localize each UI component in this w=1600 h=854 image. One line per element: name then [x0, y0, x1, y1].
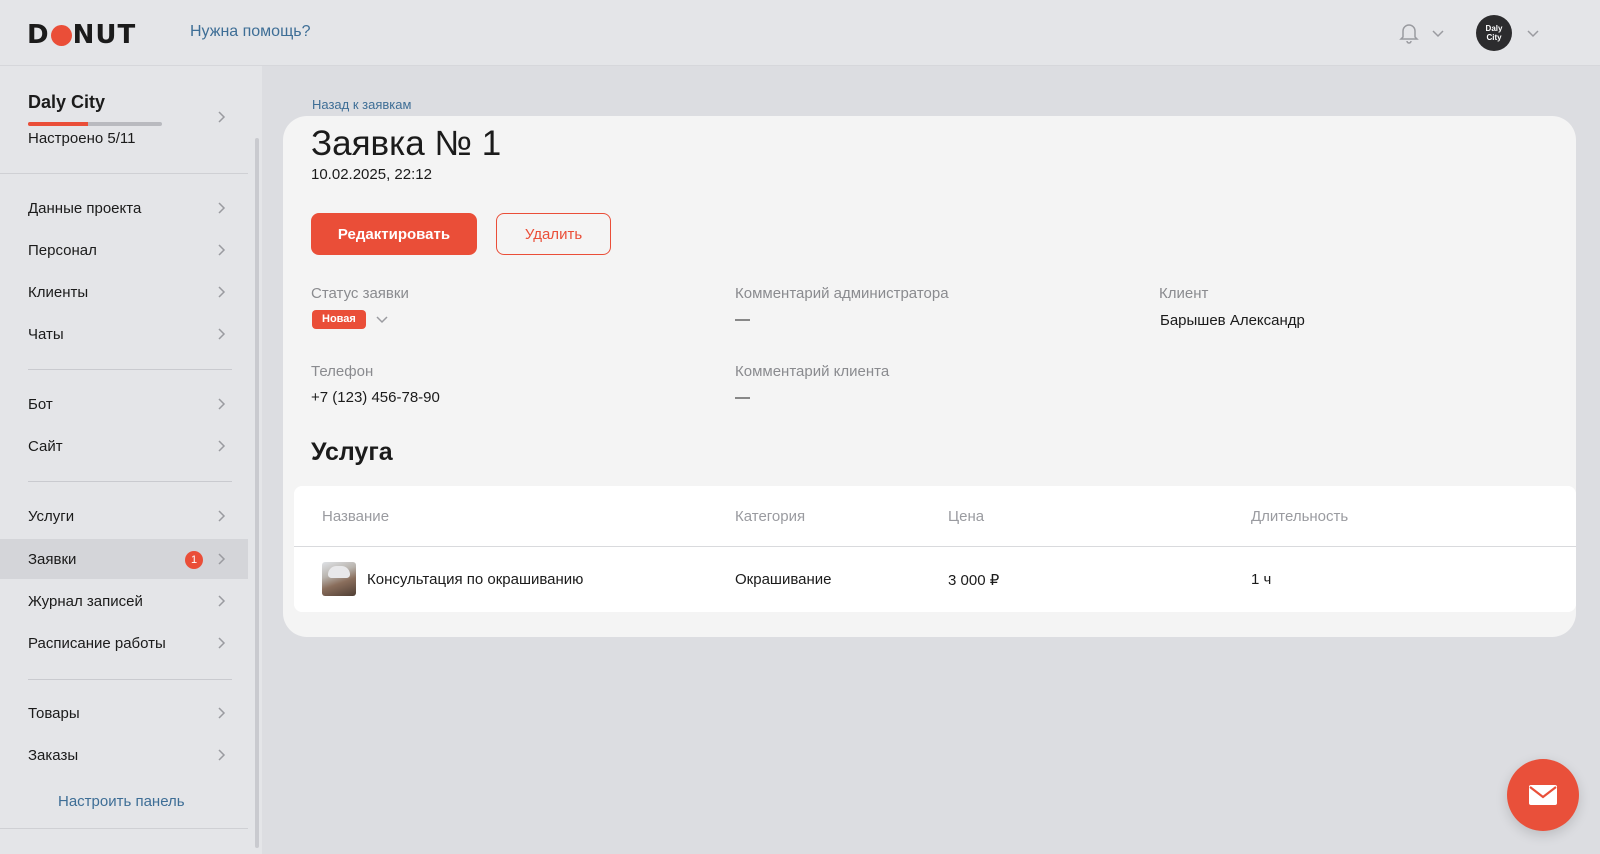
service-duration: 1 ч — [1251, 571, 1272, 588]
sidebar-item-staff[interactable]: Персонал — [0, 230, 248, 270]
chevron-right-icon — [218, 286, 226, 298]
sidebar-divider — [0, 828, 248, 829]
sidebar-divider — [28, 679, 232, 680]
service-category: Окрашивание — [735, 571, 832, 588]
bell-icon[interactable] — [1398, 21, 1420, 45]
column-header-category: Категория — [735, 508, 806, 525]
column-header-price: Цена — [948, 508, 985, 525]
sidebar: Daly City Настроено 5/11 Данные проекта … — [0, 66, 262, 854]
chevron-right-icon — [218, 440, 226, 452]
back-to-requests-link[interactable]: Назад к заявкам — [312, 97, 411, 112]
project-name: Daly City — [28, 92, 106, 112]
sidebar-item-chats[interactable]: Чаты — [0, 314, 248, 354]
services-table: Название Категория Цена Длительность Кон… — [294, 486, 1576, 612]
sidebar-item-requests[interactable]: Заявки 1 — [0, 539, 248, 579]
top-bar: D NUT Нужна помощь? Daly City — [0, 0, 1600, 66]
request-card: Заявка № 1 10.02.2025, 22:12 Редактирова… — [283, 116, 1576, 637]
chevron-right-icon — [218, 707, 226, 719]
mail-icon — [1529, 785, 1557, 805]
project-selector[interactable]: Daly City Настроено 5/11 — [0, 66, 248, 174]
requests-count-badge: 1 — [185, 551, 203, 569]
column-header-name: Название — [322, 508, 390, 525]
sidebar-item-clients[interactable]: Клиенты — [0, 272, 248, 312]
logo-dot — [50, 24, 72, 46]
help-link[interactable]: Нужна помощь? — [190, 23, 310, 41]
phone-label: Телефон — [311, 363, 374, 380]
avatar[interactable]: Daly City — [1476, 15, 1512, 51]
admin-comment-label: Комментарий администратора — [735, 285, 949, 302]
chevron-right-icon — [218, 553, 226, 565]
delete-button[interactable]: Удалить — [496, 213, 611, 255]
edit-button[interactable]: Редактировать — [311, 213, 477, 255]
sidebar-item-work-schedule[interactable]: Расписание работы — [0, 623, 248, 663]
setup-status: Настроено 5/11 — [28, 130, 136, 147]
sidebar-item-site[interactable]: Сайт — [0, 426, 248, 466]
chevron-right-icon — [218, 202, 226, 214]
sidebar-item-orders[interactable]: Заказы — [0, 735, 248, 775]
admin-comment-value: — — [735, 311, 750, 328]
column-header-duration: Длительность — [1251, 508, 1349, 525]
setup-progress-fill — [28, 122, 89, 126]
chevron-right-icon — [218, 510, 226, 522]
chevron-right-icon — [218, 398, 226, 410]
service-section-title: Услуга — [311, 438, 393, 466]
chevron-right-icon — [218, 328, 226, 340]
status-badge[interactable]: Новая — [312, 310, 366, 329]
chevron-right-icon — [218, 637, 226, 649]
service-name: Консультация по окрашиванию — [367, 571, 584, 588]
mail-button[interactable] — [1507, 759, 1579, 831]
client-label: Клиент — [1159, 285, 1209, 302]
customize-panel-link[interactable]: Настроить панель — [58, 793, 185, 810]
phone-value: +7 (123) 456-78-90 — [311, 389, 440, 406]
sidebar-item-services[interactable]: Услуги — [0, 496, 248, 536]
request-date: 10.02.2025, 22:12 — [311, 166, 432, 183]
chevron-right-icon — [218, 244, 226, 256]
service-thumbnail — [322, 562, 356, 596]
chevron-right-icon — [218, 111, 226, 123]
sidebar-divider — [28, 481, 232, 482]
chevron-right-icon — [218, 595, 226, 607]
service-price: 3 000 ₽ — [948, 572, 1000, 589]
sidebar-item-bot[interactable]: Бот — [0, 384, 248, 424]
client-comment-label: Комментарий клиента — [735, 363, 890, 380]
notifications-chevron-down-icon[interactable] — [1431, 26, 1445, 40]
donut-logo[interactable]: D NUT — [27, 20, 136, 50]
sidebar-divider — [28, 369, 232, 370]
chevron-right-icon — [218, 749, 226, 761]
account-chevron-down-icon[interactable] — [1526, 26, 1540, 40]
sidebar-item-products[interactable]: Товары — [0, 693, 248, 733]
table-divider — [294, 546, 1576, 547]
setup-progress-bar — [28, 122, 162, 126]
sidebar-item-project-data[interactable]: Данные проекта — [0, 188, 248, 228]
sidebar-scrollbar[interactable] — [255, 138, 259, 848]
client-value: Барышев Александр — [1160, 312, 1305, 329]
page-title: Заявка № 1 — [311, 124, 502, 163]
status-chevron-down-icon[interactable] — [375, 312, 389, 326]
status-label: Статус заявки — [311, 285, 409, 302]
client-comment-value: — — [735, 389, 750, 406]
sidebar-item-bookings-log[interactable]: Журнал записей — [0, 581, 248, 621]
